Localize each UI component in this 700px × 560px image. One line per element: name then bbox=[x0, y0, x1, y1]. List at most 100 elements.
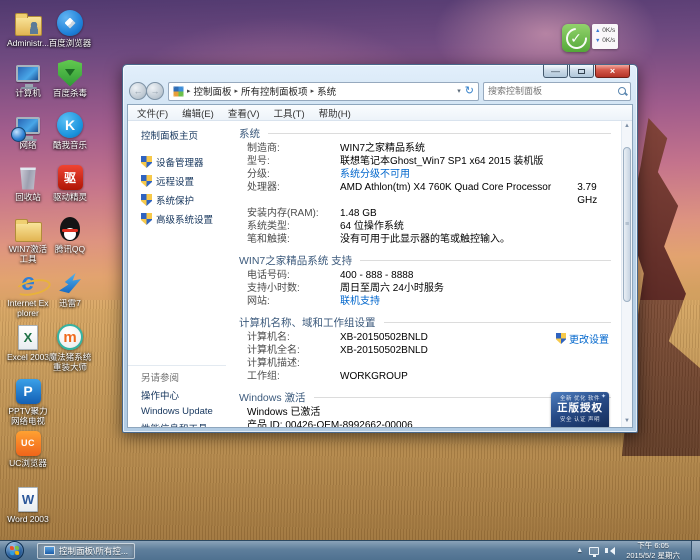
desktop-icon-administrator[interactable]: Administr... bbox=[6, 8, 50, 49]
desktop-icon-excel-2003[interactable]: X Excel 2003 bbox=[6, 322, 50, 363]
scrollbar-thumb[interactable] bbox=[623, 147, 631, 302]
show-hidden-icons-chevron[interactable]: ▲ bbox=[576, 547, 583, 554]
sidebar-item-remote-settings[interactable]: 远程设置 bbox=[141, 174, 231, 188]
title-bar[interactable]: — × bbox=[123, 65, 637, 80]
start-button[interactable] bbox=[5, 541, 24, 560]
desktop-icon-driver-genius[interactable]: 驱 驱动精灵 bbox=[48, 162, 92, 203]
desktop-icon-kuwo-music[interactable]: K 酷我音乐 bbox=[48, 110, 92, 151]
refresh-icon[interactable]: ↻ bbox=[465, 86, 474, 97]
sidebar-item-device-manager[interactable]: 设备管理器 bbox=[141, 155, 231, 169]
clock-date: 2015/5/2 星期六 bbox=[626, 551, 680, 560]
breadcrumb-system[interactable]: 系统 bbox=[317, 84, 336, 98]
network-tray-icon[interactable] bbox=[589, 547, 599, 555]
row-manufacturer: 制造商: WIN7之家精品系统 bbox=[235, 142, 611, 155]
close-button[interactable]: × bbox=[595, 65, 630, 78]
sidebar-item-windows-update[interactable]: Windows Update bbox=[141, 406, 226, 417]
search-icon[interactable] bbox=[618, 87, 626, 95]
section-header: 系统 bbox=[239, 126, 260, 141]
address-dropdown-icon[interactable]: ▾ bbox=[457, 87, 461, 95]
desktop-icon-baidu-antivirus[interactable]: 百度杀毒 bbox=[48, 58, 92, 99]
sidebar-item-action-center[interactable]: 操作中心 bbox=[141, 388, 226, 402]
window-body: 文件(F) 编辑(E) 查看(V) 工具(T) 帮助(H) 控制面板主页 设备管… bbox=[127, 104, 633, 428]
internet-explorer-icon: e bbox=[13, 268, 43, 298]
scroll-down-icon[interactable]: ▼ bbox=[622, 416, 632, 427]
breadcrumb-all-items[interactable]: 所有控制面板项 bbox=[241, 84, 308, 98]
see-also-panel: 另请参阅 操作中心 Windows Update 性能信息和工具 bbox=[128, 365, 226, 428]
row-memory: 安装内存(RAM): 1.48 GB bbox=[235, 207, 611, 220]
download-speed: 0K/s bbox=[602, 37, 615, 44]
folder-icon bbox=[13, 214, 43, 244]
sidebar-item-performance-tools[interactable]: 性能信息和工具 bbox=[141, 421, 226, 428]
desktop-icon-recycle-bin[interactable]: 回收站 bbox=[6, 162, 50, 203]
desktop-icon-baidu-browser[interactable]: 百度浏览器 bbox=[48, 8, 92, 49]
system-window: — × ← → ▸ 控制面板 ▸ 所有控制面板项 ▸ 系统 ▾ ↻ bbox=[122, 64, 638, 433]
row-pen-touch: 笔和触摸: 没有可用于此显示器的笔或触控输入。 bbox=[235, 233, 611, 246]
taskbar-clock[interactable]: 下午 6:05 2015/5/2 星期六 bbox=[621, 541, 685, 560]
menu-view[interactable]: 查看(V) bbox=[228, 106, 260, 120]
uac-shield-icon bbox=[556, 333, 566, 344]
volume-tray-icon[interactable] bbox=[605, 547, 615, 555]
section-activation: Windows 激活 Windows 已激活 产品 ID: 00426-OEM-… bbox=[235, 391, 611, 428]
row-computer-name: 计算机名: XB-20150502BNLD bbox=[235, 331, 611, 344]
search-box[interactable] bbox=[483, 82, 631, 101]
windows-flag-icon bbox=[10, 546, 19, 555]
desktop-icon-network[interactable]: 网络 bbox=[6, 110, 50, 151]
sidebar-item-advanced-settings[interactable]: 高级系统设置 bbox=[141, 212, 231, 226]
desktop-icon-pptv[interactable]: P PPTV聚力 网络电视 bbox=[6, 376, 50, 427]
back-arrow-icon: ← bbox=[134, 87, 143, 96]
desktop: Administr... 计算机 网络 回收站 WIN7激活工具 e Inter… bbox=[0, 0, 700, 560]
network-icon bbox=[13, 110, 43, 140]
baidu-antivirus-icon bbox=[55, 58, 85, 88]
sidebar-item-control-panel-home[interactable]: 控制面板主页 bbox=[141, 128, 231, 142]
row-system-type: 系统类型: 64 位操作系统 bbox=[235, 220, 611, 233]
section-support: WIN7之家精品系统 支持 电话号码: 400 - 888 - 8888 支持小… bbox=[235, 254, 611, 308]
chevron-right-icon: ▸ bbox=[311, 87, 315, 95]
scroll-up-icon[interactable]: ▲ bbox=[622, 121, 632, 132]
minimize-button[interactable]: — bbox=[543, 65, 568, 78]
magic-pig-icon: m bbox=[55, 322, 85, 352]
safety-speed-widget[interactable]: ✓ ▲ 0K/s ▼ 0K/s bbox=[562, 24, 618, 52]
desktop-icon-word-2003[interactable]: W Word 2003 bbox=[6, 484, 50, 525]
maximize-button[interactable] bbox=[569, 65, 594, 78]
desktop-icon-win7-activator[interactable]: WIN7激活工具 bbox=[6, 214, 50, 265]
safety-check-icon[interactable]: ✓ bbox=[562, 24, 590, 52]
upload-speed: 0K/s bbox=[602, 27, 615, 34]
menu-file[interactable]: 文件(F) bbox=[137, 106, 168, 120]
desktop-icon-magic-pig[interactable]: m 魔法猪系统重装大师 bbox=[48, 322, 92, 373]
show-desktop-button[interactable] bbox=[691, 541, 700, 560]
menu-help[interactable]: 帮助(H) bbox=[319, 106, 351, 120]
row-workgroup: 工作组: WORKGROUP bbox=[235, 370, 611, 383]
genuine-badge[interactable]: ✦ 全新 优化 软件 正版授权 安全 认证 声明 bbox=[551, 392, 609, 428]
row-phone: 电话号码: 400 - 888 - 8888 bbox=[235, 269, 611, 282]
breadcrumb-control-panel[interactable]: 控制面板 bbox=[194, 84, 232, 98]
breadcrumb[interactable]: ▸ 控制面板 ▸ 所有控制面板项 ▸ 系统 ▾ ↻ bbox=[168, 82, 479, 101]
row-model: 型号: 联想笔记本Ghost_Win7 SP1 x64 2015 装机版 bbox=[235, 155, 611, 168]
menu-tools[interactable]: 工具(T) bbox=[273, 106, 304, 120]
desktop-icon-internet-explorer[interactable]: e Internet Explorer bbox=[6, 268, 50, 319]
search-input[interactable] bbox=[488, 86, 618, 96]
menu-edit[interactable]: 编辑(E) bbox=[182, 106, 214, 120]
desktop-icon-thunder7[interactable]: 迅雷7 bbox=[48, 268, 92, 309]
change-settings-link[interactable]: 更改设置 bbox=[556, 331, 609, 346]
row-rating: 分级: 系统分级不可用 bbox=[235, 168, 611, 181]
uac-shield-icon bbox=[141, 194, 152, 206]
word-icon: W bbox=[13, 484, 43, 514]
row-website: 网站: 联机支持 bbox=[235, 295, 611, 308]
user-folder-icon bbox=[13, 8, 43, 38]
desktop-icon-qq[interactable]: 腾讯QQ bbox=[48, 214, 92, 255]
vertical-scrollbar[interactable]: ▲ ▼ bbox=[621, 121, 632, 427]
address-toolbar: ← → ▸ 控制面板 ▸ 所有控制面板项 ▸ 系统 ▾ ↻ bbox=[123, 80, 637, 102]
excel-icon: X bbox=[13, 322, 43, 352]
online-support-link[interactable]: 联机支持 bbox=[340, 295, 380, 308]
section-computer-name: 计算机名称、域和工作组设置 更改设置 计算机名: XB-20150502BNLD… bbox=[235, 316, 611, 383]
kuwo-music-icon: K bbox=[55, 110, 85, 140]
desktop-icon-computer[interactable]: 计算机 bbox=[6, 58, 50, 99]
sidebar-item-system-protection[interactable]: 系统保护 bbox=[141, 193, 231, 207]
row-full-name: 计算机全名: XB-20150502BNLD bbox=[235, 344, 611, 357]
desktop-icon-uc-browser[interactable]: UC UC浏览器 bbox=[6, 428, 50, 469]
forward-button[interactable]: → bbox=[146, 82, 164, 100]
sidebar: 控制面板主页 设备管理器 远程设置 系统保护 bbox=[128, 121, 231, 427]
rating-link[interactable]: 系统分级不可用 bbox=[340, 168, 410, 181]
taskbar-item-control-panel[interactable]: 控制面板\所有控... bbox=[37, 543, 135, 559]
back-button[interactable]: ← bbox=[129, 82, 147, 100]
